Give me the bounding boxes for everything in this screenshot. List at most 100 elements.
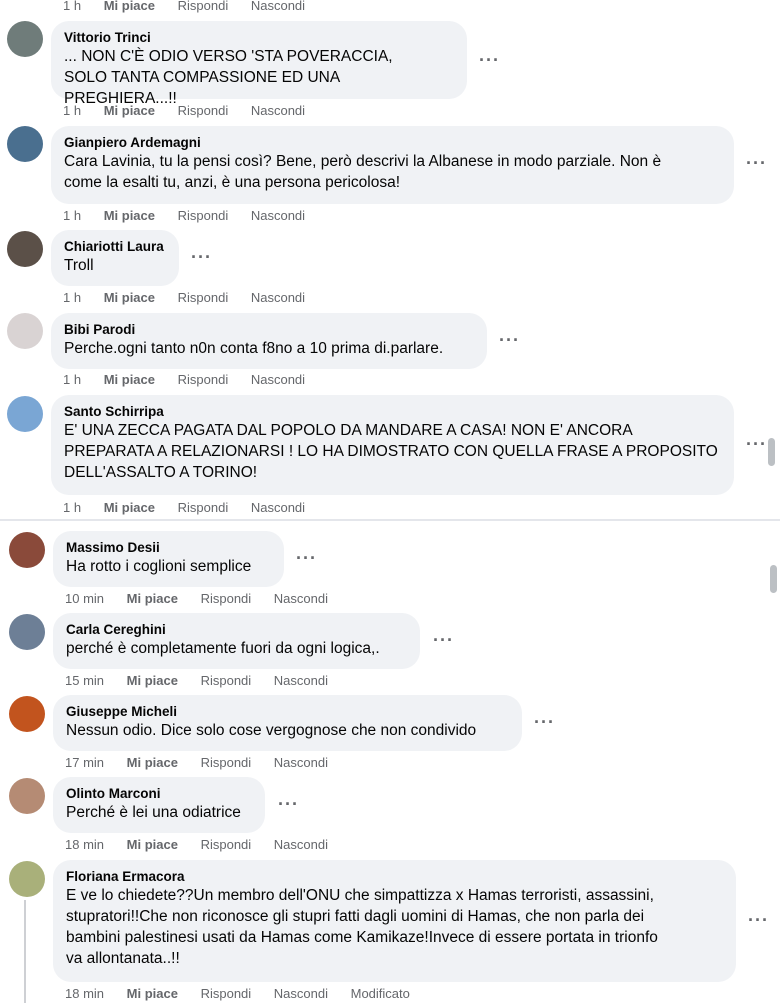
reply-button[interactable]: Rispondi [178, 0, 229, 14]
reply-button[interactable]: Rispondi [201, 986, 252, 1002]
comment-author[interactable]: Santo Schirripa [64, 403, 722, 420]
hide-button[interactable]: Nascondi [274, 837, 328, 853]
hide-button[interactable]: Nascondi [251, 290, 305, 306]
more-options-icon[interactable]: ··· [479, 51, 500, 69]
avatar[interactable] [9, 861, 45, 897]
avatar[interactable] [7, 21, 43, 57]
comment-author[interactable]: Carla Cereghini [66, 621, 408, 638]
more-options-icon[interactable]: ··· [746, 154, 767, 172]
comment-time: 18 min [65, 837, 105, 852]
like-button[interactable]: Mi piace [127, 986, 178, 1002]
reply-button[interactable]: Rispondi [201, 755, 252, 771]
more-options-icon[interactable]: ··· [296, 549, 317, 567]
like-button[interactable]: Mi piace [127, 755, 178, 771]
more-options-icon[interactable]: ··· [748, 911, 769, 929]
section-divider [0, 519, 780, 521]
reply-button[interactable]: Rispondi [178, 208, 229, 224]
avatar[interactable] [7, 126, 43, 162]
hide-button[interactable]: Nascondi [251, 0, 305, 14]
comment-text-line: Troll [64, 257, 94, 274]
avatar[interactable] [7, 231, 43, 267]
more-options-icon[interactable]: ··· [191, 248, 212, 266]
comment-author[interactable]: Vittorio Trinci [64, 29, 455, 46]
like-button[interactable]: Mi piace [104, 103, 155, 119]
reply-button[interactable]: Rispondi [178, 290, 229, 306]
comment-actions: 15 min Mi piace Rispondi Nascondi [65, 673, 347, 689]
comment-bubble: Bibi Parodi Perche.ogni tanto n0n conta … [51, 313, 487, 369]
comment-author[interactable]: Gianpiero Ardemagni [64, 134, 722, 151]
avatar[interactable] [7, 396, 43, 432]
hide-button[interactable]: Nascondi [274, 591, 328, 607]
reply-button[interactable]: Rispondi [178, 103, 229, 119]
comment-time: 1 h [63, 290, 82, 305]
comment-bubble: Massimo Desii Ha rotto i coglioni sempli… [53, 531, 284, 587]
avatar[interactable] [9, 532, 45, 568]
comment-bubble: Floriana Ermacora E ve lo chiedete??Un m… [53, 860, 736, 982]
hide-button[interactable]: Nascondi [251, 103, 305, 119]
reply-button[interactable]: Rispondi [178, 372, 229, 388]
reply-button[interactable]: Rispondi [201, 673, 252, 689]
like-button[interactable]: Mi piace [127, 591, 178, 607]
comment-text-line: stupratori!!Che non riconosce gli stupri… [66, 908, 645, 925]
comment-time: 10 min [65, 591, 105, 606]
like-button[interactable]: Mi piace [127, 673, 178, 689]
comment-text-line: Cara Lavinia, tu la pensi così? Bene, pe… [64, 153, 662, 170]
reply-button[interactable]: Rispondi [178, 500, 229, 516]
thread-line [24, 900, 26, 1003]
edited-label: Modificato [350, 986, 410, 1001]
comment-text-line: ... NON C'È ODIO VERSO 'STA POVERACCIA, [64, 48, 393, 65]
comment-author[interactable]: Chiariotti Laura [64, 238, 167, 255]
hide-button[interactable]: Nascondi [251, 208, 305, 224]
hide-button[interactable]: Nascondi [251, 372, 305, 388]
comment-bubble: Santo Schirripa E' UNA ZECCA PAGATA DAL … [51, 395, 734, 495]
comment-text-line: Ha rotto i coglioni semplice [66, 558, 252, 575]
comment-author[interactable]: Floriana Ermacora [66, 868, 724, 885]
hide-button[interactable]: Nascondi [274, 673, 328, 689]
comment-text-line: PREPARATA A RELAZIONARSI ! LO HA DIMOSTR… [64, 443, 718, 460]
more-options-icon[interactable]: ··· [534, 713, 555, 731]
hide-button[interactable]: Nascondi [251, 500, 305, 516]
comment-bubble: Olinto Marconi Perché è lei una odiatric… [53, 777, 265, 833]
comment-text-line: Perche.ogni tanto n0n conta f8no a 10 pr… [64, 340, 444, 357]
scrollbar-thumb[interactable] [768, 438, 775, 466]
like-button[interactable]: Mi piace [127, 837, 178, 853]
comment-author[interactable]: Massimo Desii [66, 539, 272, 556]
comment-actions: 10 min Mi piace Rispondi Nascondi [65, 591, 347, 607]
like-button[interactable]: Mi piace [104, 208, 155, 224]
avatar[interactable] [7, 313, 43, 349]
like-button[interactable]: Mi piace [104, 0, 155, 14]
scrollbar-thumb[interactable] [770, 565, 777, 593]
comment-time: 1 h [63, 208, 82, 223]
more-options-icon[interactable]: ··· [499, 331, 520, 349]
reply-button[interactable]: Rispondi [201, 591, 252, 607]
comment-author[interactable]: Giuseppe Micheli [66, 703, 510, 720]
comment-text-line: va allontanata..!! [66, 950, 180, 967]
comment-text-line: Nessun odio. Dice solo cose vergognose c… [66, 722, 477, 739]
like-button[interactable]: Mi piace [104, 500, 155, 516]
comment-author[interactable]: Olinto Marconi [66, 785, 253, 802]
comment-text-line: Perché è lei una odiatrice [66, 804, 241, 821]
hide-button[interactable]: Nascondi [274, 755, 328, 771]
like-button[interactable]: Mi piace [104, 290, 155, 306]
comment-time: 1 h [63, 0, 82, 13]
more-options-icon[interactable]: ··· [746, 435, 767, 453]
more-options-icon[interactable]: ··· [433, 631, 454, 649]
comment-time: 1 h [63, 103, 82, 118]
comment-bubble: Gianpiero Ardemagni Cara Lavinia, tu la … [51, 126, 734, 204]
avatar[interactable] [9, 614, 45, 650]
comment-text-line: come la esalti tu, anzi, è una persona p… [64, 174, 401, 191]
more-options-icon[interactable]: ··· [278, 795, 299, 813]
comment-actions: 1 h Mi piace Rispondi Nascondi [63, 290, 324, 306]
avatar[interactable] [9, 778, 45, 814]
comment-bubble: Giuseppe Micheli Nessun odio. Dice solo … [53, 695, 522, 751]
avatar[interactable] [9, 696, 45, 732]
comment-bubble: Carla Cereghini perché è completamente f… [53, 613, 420, 669]
reply-button[interactable]: Rispondi [201, 837, 252, 853]
comment-text-line: E' UNA ZECCA PAGATA DAL POPOLO DA MANDAR… [64, 422, 633, 439]
hide-button[interactable]: Nascondi [274, 986, 328, 1002]
like-button[interactable]: Mi piace [104, 372, 155, 388]
comment-actions: 18 min Mi piace Rispondi Nascondi [65, 837, 347, 853]
comment-author[interactable]: Bibi Parodi [64, 321, 475, 338]
comment-actions: 1 h Mi piace Rispondi Nascondi [63, 372, 324, 388]
comment-time: 15 min [65, 673, 105, 688]
